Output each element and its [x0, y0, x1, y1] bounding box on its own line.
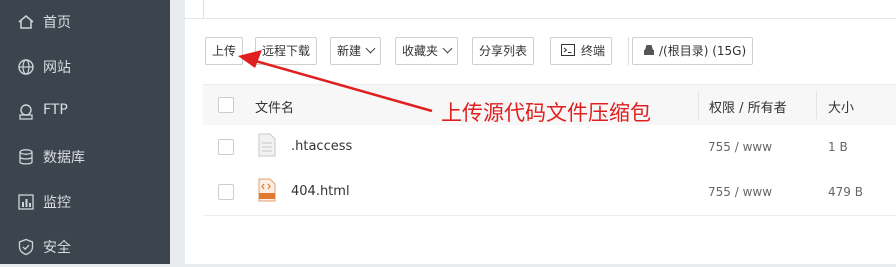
annotation-arrow: [238, 50, 433, 113]
annotation-text: 上传源代码文件压缩包: [441, 101, 651, 125]
